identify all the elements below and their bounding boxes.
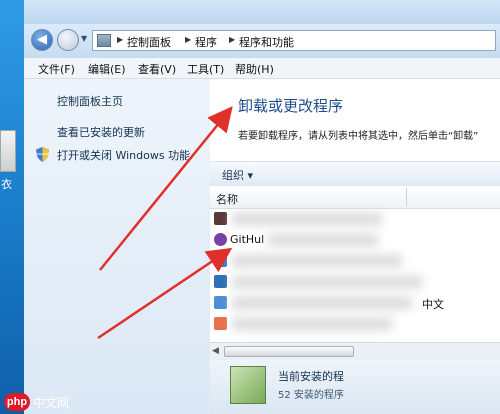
menu-help[interactable]: 帮助(H) — [235, 61, 274, 77]
menu-view[interactable]: 查看(V) — [138, 61, 176, 77]
organize-button[interactable]: 组织 ▾ — [222, 167, 253, 183]
watermark-text: 中文网 — [33, 396, 70, 410]
history-dropdown-icon[interactable]: ▼ — [81, 34, 89, 44]
control-panel-home-link[interactable]: 控制面板主页 — [57, 93, 123, 109]
redacted-text — [232, 318, 392, 330]
redacted-text — [232, 213, 382, 225]
redacted-text — [268, 234, 378, 246]
watermark-logo: php — [4, 393, 30, 411]
navigation-bar: ◀ ▼ ▶ 控制面板 ▶ 程序 ▶ 程序和功能 — [24, 24, 500, 59]
program-row[interactable] — [210, 251, 500, 272]
program-icon — [214, 317, 227, 330]
details-pane: 当前安装的程 52 安装的程序 — [210, 360, 500, 414]
desktop-shortcut-label: 衣 — [1, 178, 12, 191]
forward-button[interactable] — [57, 29, 79, 51]
redacted-text — [232, 255, 402, 267]
control-panel-icon — [97, 34, 111, 47]
redacted-text — [232, 276, 422, 288]
program-row[interactable]: 中文 — [210, 293, 500, 314]
menu-file[interactable]: 文件(F) — [38, 61, 75, 77]
program-row[interactable] — [210, 272, 500, 293]
desktop: 衣 — [0, 0, 24, 414]
address-bar[interactable]: ▶ 控制面板 ▶ 程序 ▶ 程序和功能 — [92, 30, 496, 51]
breadcrumb-programs-features[interactable]: 程序和功能 — [239, 34, 294, 50]
program-row[interactable] — [210, 314, 500, 335]
program-name: 中文 — [422, 298, 444, 311]
programs-icon — [230, 366, 266, 404]
breadcrumb-programs[interactable]: 程序 — [195, 34, 217, 50]
program-icon — [214, 275, 227, 288]
program-icon — [214, 233, 227, 246]
program-row[interactable]: GitHul — [210, 230, 500, 251]
page-title: 卸载或更改程序 — [238, 97, 344, 115]
back-button[interactable]: ◀ — [31, 29, 53, 51]
program-row[interactable] — [210, 209, 500, 230]
menu-edit[interactable]: 编辑(E) — [88, 61, 126, 77]
column-divider[interactable] — [406, 188, 407, 206]
horizontal-scrollbar[interactable]: ◀ — [210, 342, 500, 360]
page-description: 若要卸载程序，请从列表中将其选中，然后单击“卸载” — [238, 131, 479, 142]
program-icon — [214, 254, 227, 267]
windows-features-link[interactable]: 打开或关闭 Windows 功能 — [57, 147, 190, 163]
program-icon — [214, 212, 227, 225]
column-name-header[interactable]: 名称 — [216, 191, 238, 207]
scroll-left-icon[interactable]: ◀ — [212, 346, 219, 356]
menu-tools[interactable]: 工具(T) — [187, 61, 224, 77]
menu-bar: 文件(F) 编辑(E) 查看(V) 工具(T) 帮助(H) — [24, 58, 500, 79]
tasks-pane: 控制面板主页 查看已安装的更新 打开或关闭 Windows 功能 — [24, 79, 210, 414]
control-panel-window: ◀ ▼ ▶ 控制面板 ▶ 程序 ▶ 程序和功能 文件(F) 编辑(E) 查看(V… — [24, 0, 500, 414]
scrollbar-thumb[interactable] — [224, 346, 354, 357]
installed-count: 52 安装的程序 — [278, 390, 344, 401]
redacted-text — [232, 297, 412, 309]
breadcrumb-control-panel[interactable]: 控制面板 — [127, 34, 171, 50]
chevron-right-icon[interactable]: ▶ — [117, 35, 123, 44]
programs-pane: 卸载或更改程序 若要卸载程序，请从列表中将其选中，然后单击“卸载” 组织 ▾ 名… — [210, 79, 500, 414]
chevron-right-icon[interactable]: ▶ — [229, 35, 235, 44]
program-icon — [214, 296, 227, 309]
details-title: 当前安装的程 — [278, 370, 344, 383]
title-bar[interactable] — [24, 0, 500, 24]
view-installed-updates-link[interactable]: 查看已安装的更新 — [57, 124, 145, 140]
desktop-shortcut-icon[interactable] — [0, 130, 16, 172]
column-header: 名称 — [210, 186, 500, 209]
shield-icon — [36, 147, 49, 162]
command-bar: 组织 ▾ — [210, 161, 500, 187]
chevron-right-icon[interactable]: ▶ — [185, 35, 191, 44]
program-name: GitHul — [230, 233, 265, 246]
